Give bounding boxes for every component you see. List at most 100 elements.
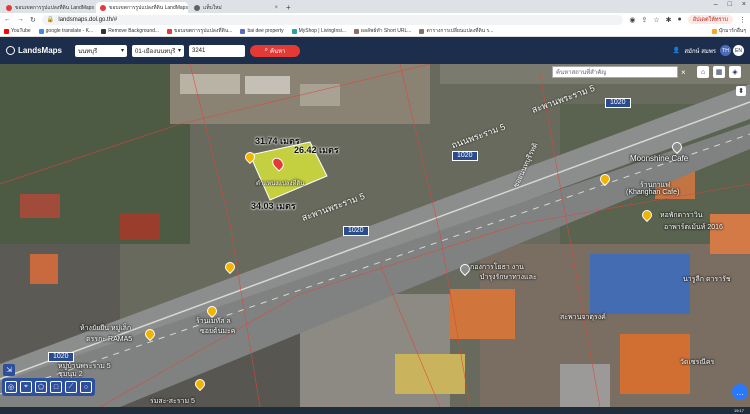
tab-title: ขอบเขตการรูปแปลงที่ดิน LandMaps — [15, 4, 94, 11]
polygon-tool-icon[interactable]: ⬠ — [35, 381, 47, 393]
app-header: LandsMaps นนทบุรี ▾ 01-เมืองนนทบุรี ▾ 32… — [0, 37, 750, 64]
lang-th-button[interactable]: TH — [720, 45, 731, 56]
lock-icon: 🔒 — [46, 17, 55, 23]
route-shield: 1020 — [343, 226, 369, 236]
close-window-icon[interactable]: × — [742, 1, 746, 8]
satellite-map[interactable]: 31.74 เมตร 26.42 เมตร 34.03 เมตร ตำแหน่ง… — [0, 64, 750, 407]
poi-label: นารูลีก ดารารัช — [683, 276, 731, 283]
tab-title: แท็บใหม่ — [203, 4, 222, 11]
bookmark-item[interactable]: ขอบเขตการรูปแปลงที่ดิน... — [167, 27, 232, 35]
logo-icon — [6, 46, 15, 55]
maximize-icon[interactable]: □ — [728, 1, 732, 8]
clear-search-icon[interactable]: × — [681, 68, 686, 77]
lang-en-button[interactable]: EN — [733, 45, 744, 56]
bookmark-item[interactable]: bai dee property — [240, 28, 284, 34]
poi-label: วัดเซรณีคร — [680, 359, 715, 366]
chat-button[interactable]: … — [732, 384, 748, 400]
share-icon[interactable]: ⇪ — [641, 16, 647, 24]
folder-icon — [711, 28, 717, 34]
route-shield: 1020 — [605, 98, 631, 108]
menu-icon[interactable]: ⋮ — [739, 16, 746, 24]
parcel-number-input[interactable]: 3241 — [189, 44, 245, 57]
grid-view-icon[interactable]: ▦ — [713, 66, 725, 78]
poi-label: บำรุงรักษาทางและ — [480, 274, 537, 281]
pin-tool-icon[interactable]: ◎ — [5, 381, 17, 393]
other-bookmarks[interactable]: บุ๊กมาร์กอื่นๆ — [711, 27, 746, 35]
app-name: LandsMaps — [18, 46, 63, 55]
address-bar-row: ← → ↻ 🔒 landsmaps.dol.go.th/# ◉ ⇪ ☆ ✱ ● … — [0, 13, 750, 26]
layers-icon[interactable]: ◈ — [729, 66, 741, 78]
bookmark-label: google translate - K... — [45, 28, 94, 34]
favicon-icon — [6, 4, 12, 11]
chevron-down-icon: ▾ — [177, 48, 181, 54]
location-icon[interactable]: ◉ — [629, 16, 635, 24]
route-shield: 1020 — [452, 151, 478, 161]
province-value: นนทบุรี — [78, 48, 98, 55]
favicon-icon — [194, 4, 200, 11]
parcel-number-value: 3241 — [192, 47, 206, 54]
poi-label: ตรรกะ RAMA5 — [86, 336, 133, 343]
place-search-placeholder: ค้นหาสถานที่สำคัญ — [556, 70, 607, 76]
back-icon[interactable]: ← — [4, 16, 11, 23]
poi-label: ซอยต้นมะค — [200, 328, 236, 335]
bookmark-label: ขอบเขตการรูปแปลงที่ดิน... — [174, 28, 233, 34]
bookmark-icon — [101, 28, 107, 34]
reload-icon[interactable]: ↻ — [30, 16, 36, 24]
user-icon: 👤 — [672, 48, 681, 54]
browser-tab-2[interactable]: ขอบเขตการรูปแปลงที่ดิน LandMaps × — [96, 2, 188, 13]
square-tool-icon[interactable]: □ — [50, 381, 62, 393]
poi-label: (Khanghan Cafe) — [626, 189, 680, 196]
new-tab-button[interactable]: + — [286, 2, 291, 13]
home-icon[interactable]: ⌂ — [697, 66, 709, 78]
bookmark-item[interactable]: ผลลัพธ์ทำ Short URL... — [354, 27, 411, 35]
browser-tab-3[interactable]: แท็บใหม่ × — [190, 2, 282, 13]
location-tool-icon[interactable]: ⌖ — [20, 381, 32, 393]
url-input[interactable]: 🔒 landsmaps.dol.go.th/# — [41, 14, 624, 25]
poi-label: สะพานจาตุรงค์ — [560, 314, 606, 321]
bookmark-item[interactable]: YouTube — [4, 28, 31, 34]
user-menu[interactable]: 👤 สมักษ์ สมพร TH EN — [673, 45, 744, 56]
district-select[interactable]: 01-เมืองนนทบุรี ▾ — [132, 44, 184, 57]
poi-label: Moonshine Cafe — [630, 154, 689, 163]
window-controls: – □ × — [714, 1, 746, 8]
tab-title: ขอบเขตการรูปแปลงที่ดิน LandMaps — [109, 4, 188, 11]
minimize-icon[interactable]: – — [714, 1, 718, 8]
bookmark-item[interactable]: MyShop | LivingInsi... — [291, 28, 346, 34]
bookmark-label: YouTube — [11, 28, 31, 34]
bookmark-item[interactable]: google translate - K... — [38, 28, 94, 34]
place-search-input[interactable]: ค้นหาสถานที่สำคัญ — [552, 66, 678, 78]
extensions-icon[interactable]: ✱ — [666, 16, 672, 24]
bookmark-icon — [167, 28, 173, 34]
update-button[interactable]: อัปเดตให้ทราบ — [687, 15, 733, 24]
line-tool-icon[interactable]: ⟋ — [65, 381, 77, 393]
bookmark-label: Remove Background... — [108, 28, 160, 34]
search-button[interactable]: ⌕ ค้นหา — [250, 44, 300, 57]
close-tab-icon[interactable]: × — [274, 5, 278, 11]
bookmarks-bar: YouTube google translate - K... Remove B… — [0, 26, 750, 37]
circle-tool-icon[interactable]: ○ — [80, 381, 92, 393]
chevron-down-icon: ▾ — [120, 48, 124, 54]
map-tool-toggle[interactable]: ⇲ — [3, 364, 15, 376]
bookmark-star-icon[interactable]: ☆ — [653, 16, 659, 24]
poi-label: ห้างยัยยีน หมู่เล็ก — [80, 325, 132, 332]
expand-icon[interactable]: ⬍ — [736, 86, 746, 96]
browser-tab-1[interactable]: ขอบเขตการรูปแปลงที่ดิน LandMaps × — [2, 2, 94, 13]
app-logo[interactable]: LandsMaps — [6, 46, 70, 55]
url-text: landsmaps.dol.go.th/# — [58, 16, 118, 23]
province-select[interactable]: นนทบุรี ▾ — [75, 44, 127, 57]
map-imagery — [0, 64, 750, 407]
bookmark-icon — [419, 28, 425, 34]
forward-icon[interactable]: → — [17, 16, 24, 23]
bookmark-label: ตารางการเปลี่ยนแปลงที่ดิน ร... — [426, 28, 494, 34]
bookmark-item[interactable]: ตารางการเปลี่ยนแปลงที่ดิน ร... — [419, 27, 493, 35]
measure-top-right: 26.42 เมตร — [294, 145, 339, 155]
poi-label: อาพาร์ตเม้นท์ 2016 — [664, 224, 723, 231]
profile-icon[interactable]: ● — [677, 16, 681, 23]
bookmark-item[interactable]: Remove Background... — [101, 28, 159, 34]
bookmark-label: bai dee property — [247, 28, 284, 34]
bookmark-icon — [4, 28, 9, 34]
measure-bottom: 34.03 เมตร — [251, 201, 296, 211]
bookmark-icon — [38, 28, 44, 34]
search-icon: ⌕ — [264, 47, 268, 53]
bookmark-icon — [291, 28, 297, 34]
